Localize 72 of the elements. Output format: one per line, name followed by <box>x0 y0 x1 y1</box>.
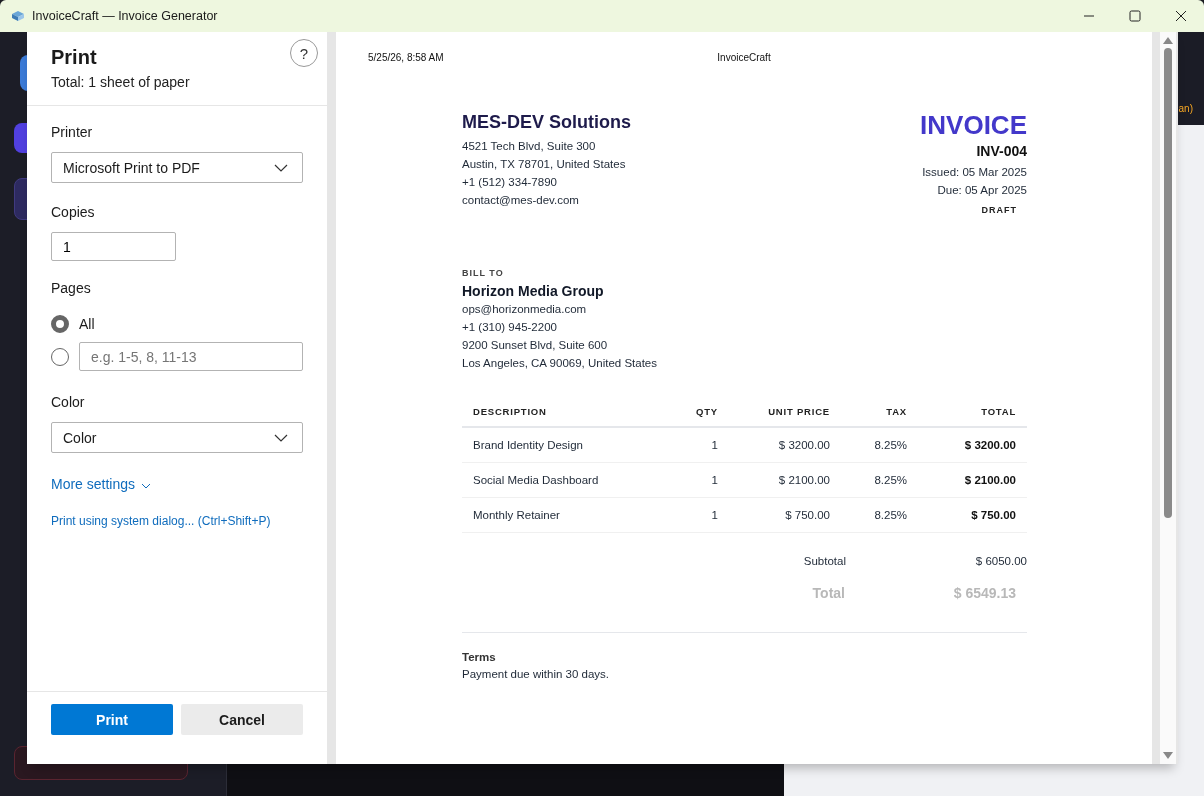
table-cell-text: $ 750.00 <box>970 509 1016 521</box>
scroll-down-icon[interactable] <box>1163 752 1173 760</box>
close-icon[interactable] <box>1175 10 1187 22</box>
table-cell-text: $ 3200.00 <box>777 439 830 451</box>
table-cell-text: 8.25% <box>873 509 907 521</box>
column-header: TOTAL <box>980 405 1016 417</box>
chevron-down-icon <box>274 163 288 172</box>
color-label: Color <box>51 394 86 410</box>
more-settings-link[interactable]: More settings <box>51 476 152 492</box>
table-cell-text: Monthly Retainer <box>473 509 561 521</box>
client-detail: ops@horizonmedia.com <box>462 302 588 317</box>
dialog-title: Print <box>51 46 98 69</box>
column-header: UNIT PRICE <box>767 405 830 417</box>
terms-label: Terms <box>462 632 1027 663</box>
print-button[interactable]: Print <box>51 704 173 735</box>
table-cell-text: 1 <box>710 474 718 486</box>
scrollbar[interactable] <box>1160 32 1176 764</box>
cancel-button[interactable]: Cancel <box>181 704 303 735</box>
table-cell-text: 1 <box>710 439 718 451</box>
column-header: QTY <box>695 405 718 417</box>
table-cell-text: $ 3200.00 <box>963 439 1016 451</box>
bill-to-label: BILL TO <box>462 268 505 278</box>
color-dropdown[interactable]: Color <box>51 422 303 453</box>
total-label: Total <box>811 585 845 601</box>
table-cell-text: 8.25% <box>873 439 907 451</box>
invoice-title: INVOICE <box>920 110 1027 141</box>
printer-dropdown[interactable]: Microsoft Print to PDF <box>51 152 303 183</box>
client-detail: 9200 Sunset Blvd, Suite 600 <box>462 338 609 353</box>
system-dialog-link[interactable]: Print using system dialog... (Ctrl+Shift+P) <box>51 514 303 528</box>
help-button[interactable]: ? <box>290 39 318 67</box>
invoice-number: INV-004 <box>976 143 1027 159</box>
company-name: MES-DEV Solutions <box>462 112 631 133</box>
total-value: $ 6549.13 <box>952 585 1016 601</box>
company-detail: contact@mes-dev.com <box>462 193 580 208</box>
copies-field[interactable]: 1 <box>51 232 176 261</box>
plan-note: an) <box>1178 103 1193 114</box>
client-detail: +1 (310) 945-2200 <box>462 320 558 335</box>
client-detail: Los Angeles, CA 90069, United States <box>462 356 658 371</box>
sheet-count: Total: 1 sheet of paper <box>51 74 190 90</box>
page-range-field[interactable]: e.g. 1-5, 8, 11-13 <box>79 342 303 371</box>
terms-text: Payment due within 30 days. <box>462 667 611 682</box>
chevron-down-icon <box>141 482 152 489</box>
subtotal-label: Subtotal <box>802 555 846 567</box>
table-cell-text: 8.25% <box>873 474 907 486</box>
issue-date: Issued: 05 Mar 2025 <box>922 165 1027 180</box>
table-cell-text: Brand Identity Design <box>473 439 584 451</box>
company-detail: Austin, TX 78701, United States <box>462 157 627 172</box>
page-header-title: InvoiceCraft <box>717 52 771 63</box>
pages-label: Pages <box>51 280 92 296</box>
print-date: 5/25/26, 8:58 AM <box>368 52 445 63</box>
scroll-up-icon[interactable] <box>1163 36 1173 44</box>
table-cell-text: $ 2100.00 <box>963 474 1016 486</box>
table-cell-text: $ 2100.00 <box>777 474 830 486</box>
table-cell-text: 1 <box>710 509 718 521</box>
subtotal-value: $ 6050.00 <box>974 555 1027 567</box>
column-header: TAX <box>885 405 907 417</box>
due-date: Due: 05 Apr 2025 <box>937 183 1027 198</box>
radio-button[interactable] <box>51 314 69 333</box>
maximize-icon[interactable] <box>1129 10 1141 22</box>
company-detail: 4521 Tech Blvd, Suite 300 <box>462 139 597 154</box>
app-icon <box>10 8 26 24</box>
column-header: DESCRIPTION <box>473 405 548 417</box>
client-name: Horizon Media Group <box>462 283 605 299</box>
printer-label: Printer <box>51 124 94 140</box>
chevron-down-icon <box>274 433 288 442</box>
copies-label: Copies <box>51 204 96 220</box>
status-label: DRAFT <box>981 205 1017 215</box>
company-detail: +1 (512) 334-7890 <box>462 175 558 190</box>
table-cell-text: Social Media Dashboard <box>473 474 600 486</box>
window-title: InvoiceCraft — Invoice Generator <box>32 9 218 23</box>
all-pages-label: All <box>79 315 95 332</box>
table-cell-text: $ 750.00 <box>784 509 830 521</box>
